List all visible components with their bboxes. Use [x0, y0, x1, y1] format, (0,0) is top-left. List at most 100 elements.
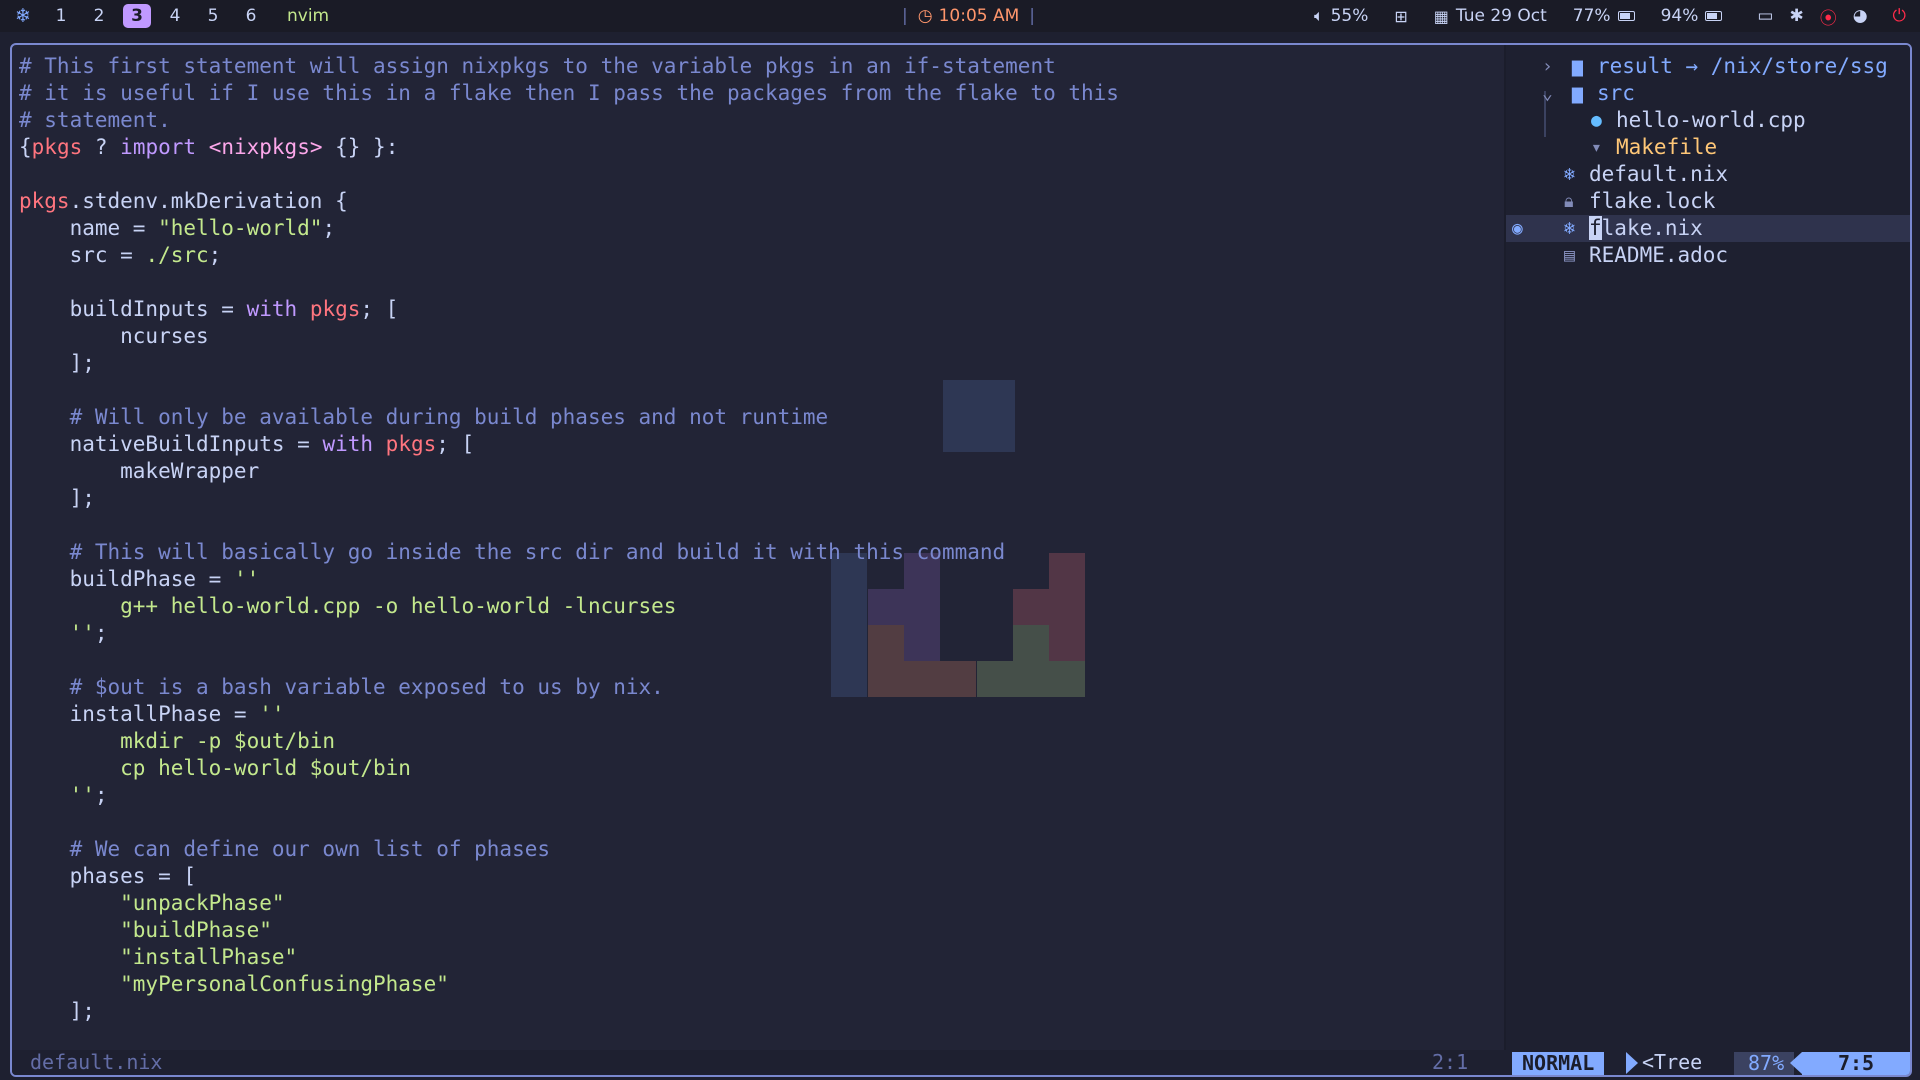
- power-icon[interactable]: ⏻: [1893, 6, 1906, 26]
- code-token: src =: [19, 243, 146, 267]
- code-line[interactable]: ncurses: [19, 323, 209, 350]
- code-line[interactable]: # This first statement will assign nixpk…: [19, 53, 1056, 80]
- code-editor[interactable]: # This first statement will assign nixpk…: [12, 45, 1504, 1045]
- code-line[interactable]: "installPhase": [19, 944, 297, 971]
- nix-file-icon: ❄: [1564, 218, 1575, 239]
- discord-icon[interactable]: ◕: [1853, 6, 1868, 26]
- code-line[interactable]: # This will basically go inside the src …: [19, 539, 1006, 566]
- code-line[interactable]: ];: [19, 485, 95, 512]
- code-line[interactable]: pkgs.stdenv.mkDerivation {: [19, 188, 348, 215]
- code-line[interactable]: mkdir -p $out/bin: [19, 728, 335, 755]
- workspace-6[interactable]: 6: [237, 4, 265, 28]
- code-line[interactable]: makeWrapper: [19, 458, 259, 485]
- code-token: makeWrapper: [19, 459, 260, 483]
- code-line[interactable]: {pkgs ? import <nixpkgs> {} }:: [19, 134, 398, 161]
- code-line[interactable]: # statement.: [19, 107, 171, 134]
- record-icon[interactable]: ⦿: [1820, 4, 1837, 29]
- code-token: "myPersonalConfusingPhase": [19, 972, 449, 996]
- code-token: "installPhase": [19, 945, 298, 969]
- tree-item[interactable]: ▤ README.adoc: [1506, 242, 1910, 269]
- vim-mode-indicator: NORMAL: [1512, 1052, 1605, 1075]
- nix-snowflake-icon[interactable]: ❄: [13, 6, 33, 26]
- code-token: with: [246, 297, 298, 321]
- workspace-3[interactable]: 3: [123, 4, 151, 28]
- workspace-5[interactable]: 5: [199, 4, 227, 28]
- tree-item-label: hello-world.cpp: [1616, 108, 1806, 132]
- tree-item[interactable]: ⌄ ▆ src: [1506, 80, 1910, 107]
- code-line[interactable]: '';: [19, 620, 108, 647]
- code-token: # This first statement will assign nixpk…: [19, 54, 1056, 78]
- code-line[interactable]: # it is useful if I use this in a flake …: [19, 80, 1119, 107]
- code-token: ;: [94, 783, 108, 807]
- code-line[interactable]: # We can define our own list of phases: [19, 836, 550, 863]
- code-line[interactable]: buildInputs = with pkgs; [: [19, 296, 399, 323]
- code-line[interactable]: "unpackPhase": [19, 890, 284, 917]
- code-token: '': [19, 783, 95, 807]
- code-line[interactable]: src = ./src;: [19, 242, 222, 269]
- clock-separator-right: |: [1029, 6, 1036, 26]
- volume-level: 55%: [1330, 6, 1369, 26]
- tree-item[interactable]: ❄ default.nix: [1506, 161, 1910, 188]
- workspace-2[interactable]: 2: [85, 4, 113, 28]
- code-token: ];: [19, 486, 95, 510]
- nix-file-icon: ❄: [1564, 164, 1575, 185]
- code-token: ./src: [145, 243, 209, 267]
- window-icon[interactable]: ▭: [1757, 6, 1773, 26]
- cpp-file-icon: ●: [1591, 110, 1602, 131]
- code-token: mkdir -p $out/bin: [19, 729, 336, 753]
- battery-widget-2[interactable]: 94%: [1661, 6, 1723, 26]
- code-line[interactable]: "buildPhase": [19, 917, 272, 944]
- workspace-list: 123456: [47, 4, 265, 28]
- folder-open-icon: ▆: [1572, 83, 1583, 104]
- tree-item[interactable]: ❄ ◉ flake.nix: [1506, 215, 1910, 242]
- code-token: '': [259, 702, 285, 726]
- tree-item[interactable]: ▾ Makefile: [1506, 134, 1910, 161]
- code-line[interactable]: ];: [19, 350, 95, 377]
- date-text: Tue 29 Oct: [1455, 6, 1547, 26]
- tree-item[interactable]: ● hello-world.cpp: [1506, 107, 1910, 134]
- code-line[interactable]: phases = [: [19, 863, 196, 890]
- tree-item-label: README.adoc: [1589, 243, 1729, 267]
- bluetooth-icon[interactable]: ✱: [1789, 6, 1803, 26]
- code-token: {} }:: [322, 135, 399, 159]
- code-token: pkgs: [19, 189, 70, 213]
- clock-time: 10:05 AM: [938, 6, 1020, 26]
- code-token: ];: [19, 351, 95, 375]
- code-token: "hello-world": [158, 216, 323, 240]
- code-line[interactable]: buildPhase = '': [19, 566, 260, 593]
- workspace-1[interactable]: 1: [47, 4, 75, 28]
- tree-item-label: default.nix: [1589, 162, 1729, 186]
- code-token: ;: [208, 243, 222, 267]
- code-line[interactable]: cp hello-world $out/bin: [19, 755, 411, 782]
- code-line[interactable]: g++ hello-world.cpp -o hello-world -lncu…: [19, 593, 676, 620]
- code-line[interactable]: # Will only be available during build ph…: [19, 404, 829, 431]
- network-widget[interactable]: ⊞: [1394, 7, 1407, 26]
- file-tree[interactable]: › ▆ result → /nix/store/ssg ⌄ ▆ src ● hello-wor…: [1506, 45, 1910, 1050]
- chevron-down-icon[interactable]: ⌄: [1542, 80, 1553, 107]
- document-icon: ▤: [1564, 245, 1575, 266]
- clock[interactable]: | ◷ 10:05 AM |: [892, 0, 1045, 32]
- code-line[interactable]: # $out is a bash variable exposed to us …: [19, 674, 664, 701]
- code-token: nativeBuildInputs =: [19, 432, 323, 456]
- code-line[interactable]: installPhase = '': [19, 701, 285, 728]
- clock-icon: ◷: [917, 6, 933, 26]
- tree-item[interactable]: 🔒︎ flake.lock: [1506, 188, 1910, 215]
- code-line[interactable]: nativeBuildInputs = with pkgs; [: [19, 431, 475, 458]
- code-line[interactable]: name = "hello-world";: [19, 215, 336, 242]
- statusline: default.nix 2:1 NORMAL <Tree 87% 7:5: [12, 1050, 1910, 1075]
- date-widget[interactable]: ▦ Tue 29 Oct: [1434, 6, 1547, 26]
- workspace-4[interactable]: 4: [161, 4, 189, 28]
- code-token: # statement.: [19, 108, 171, 132]
- code-line[interactable]: "myPersonalConfusingPhase": [19, 971, 449, 998]
- code-token: # This will basically go inside the src …: [19, 540, 1006, 564]
- code-token: pkgs: [31, 135, 83, 159]
- chevron-right-icon[interactable]: ›: [1542, 53, 1553, 80]
- battery-widget-1[interactable]: 77%: [1573, 6, 1635, 26]
- tree-item[interactable]: › ▆ result → /nix/store/ssg: [1506, 53, 1910, 80]
- code-line[interactable]: '';: [19, 782, 108, 809]
- code-line[interactable]: ];: [19, 998, 95, 1025]
- volume-widget[interactable]: 🔈︎ 55%: [1314, 6, 1368, 26]
- scroll-percent: 87%: [1734, 1052, 1795, 1075]
